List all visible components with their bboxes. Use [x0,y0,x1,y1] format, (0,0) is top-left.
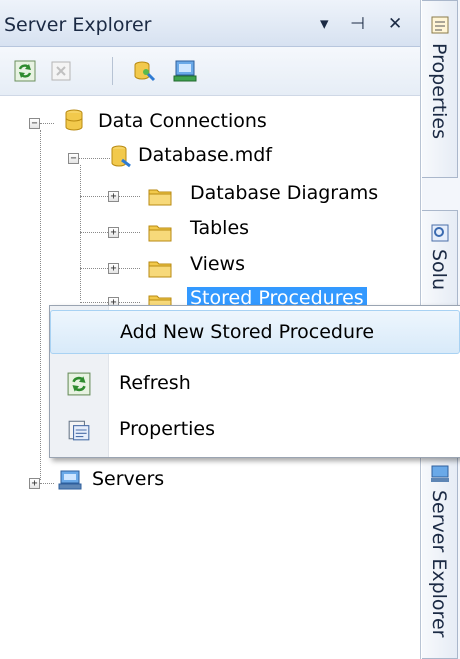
menu-item-add-new-label: Add New Stored Procedure [120,321,375,343]
refresh-button[interactable] [10,56,40,86]
menu-item-add-new-stored-procedure[interactable]: Add New Stored Procedure [50,310,460,354]
data-connections-expander[interactable]: − [29,118,40,129]
folder-icon [148,225,172,242]
folder-icon [148,189,172,206]
tree-node-tables[interactable]: Tables [190,217,249,239]
database-diagrams-expander[interactable]: + [108,191,119,202]
tree-node-data-connections[interactable]: Data Connections [98,110,267,132]
tree-node-servers[interactable]: Servers [92,468,164,490]
stop-button[interactable] [46,56,76,86]
folder-icon [148,261,172,278]
database-expander[interactable]: − [68,153,79,164]
toolbar-separator [112,57,113,85]
servers-expander[interactable]: + [29,478,40,489]
properties-icon [68,420,90,441]
tree-node-database[interactable]: Database.mdf [138,144,272,166]
menu-item-properties[interactable]: Properties [50,408,460,452]
properties-icon [431,16,449,34]
views-expander[interactable]: + [108,263,119,274]
connect-to-database-icon [134,61,156,82]
tree-node-database-diagrams[interactable]: Database Diagrams [190,182,378,204]
refresh-icon [67,372,91,396]
solution-icon [431,224,449,242]
toolbar [0,47,420,96]
auto-hide-pin-button[interactable]: ⊣ [350,14,365,34]
panel-title-bar: Server Explorer ▾ ⊣ ✕ [0,0,420,47]
menu-item-properties-label: Properties [119,418,216,440]
data-connections-icon [65,109,83,131]
connect-to-server-icon [173,60,197,82]
panel-title: Server Explorer [4,14,152,36]
tab-properties[interactable]: Properties [422,0,458,178]
refresh-icon [14,60,36,82]
connect-to-server-button[interactable] [170,56,200,86]
tab-solution-label: Solu [428,249,450,291]
tree-line [40,123,54,124]
tables-expander[interactable]: + [108,227,119,238]
menu-item-refresh-label: Refresh [119,372,191,394]
tab-server-explorer[interactable]: Server Explorer [422,456,458,659]
menu-item-refresh[interactable]: Refresh [50,362,460,406]
context-menu: Add New Stored Procedure Refresh Propert… [49,305,460,458]
tree-node-views[interactable]: Views [190,253,245,275]
tree-line [40,483,54,484]
tab-properties-label: Properties [428,43,450,140]
connect-to-database-button[interactable] [130,56,160,86]
close-button[interactable]: ✕ [388,14,402,34]
tree-line [40,130,41,480]
servers-icon [58,470,82,490]
server-explorer-icon [431,465,449,482]
window-position-dropdown[interactable]: ▾ [320,14,329,34]
tab-solution[interactable]: Solu [422,210,458,310]
tab-server-explorer-label: Server Explorer [428,490,450,638]
database-icon [111,145,131,168]
stop-icon [51,61,71,81]
